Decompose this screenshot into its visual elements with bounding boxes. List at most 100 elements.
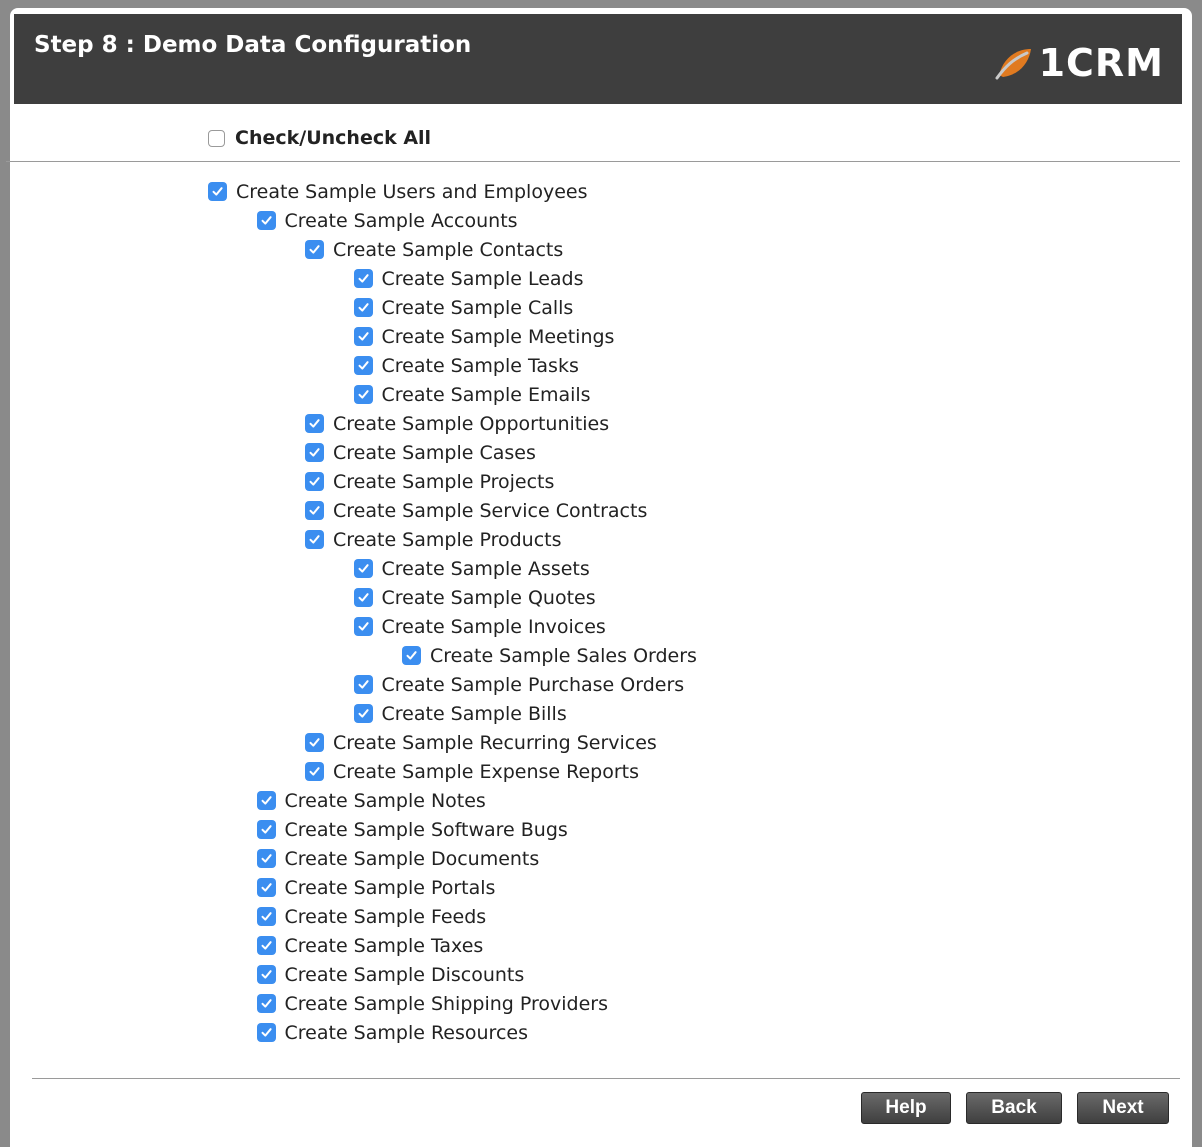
tree-item-label: Create Sample Discounts xyxy=(284,963,525,986)
tree-item[interactable]: Create Sample Service Contracts xyxy=(305,496,647,525)
tree-item[interactable]: Create Sample Emails xyxy=(353,380,591,409)
tree-item[interactable]: Create Sample Expense Reports xyxy=(305,757,639,786)
checkmark-icon xyxy=(261,941,272,950)
tree-item[interactable]: Create Sample Leads xyxy=(353,264,584,293)
tree-item[interactable]: Create Sample Documents xyxy=(256,844,540,873)
checkmark-icon xyxy=(358,390,369,399)
tree-item-label: Create Sample Invoices xyxy=(381,615,606,638)
tree-item[interactable]: Create Sample Portals xyxy=(256,873,496,902)
tree-item[interactable]: Create Sample Calls xyxy=(353,293,574,322)
tree-item-checkbox[interactable] xyxy=(305,414,324,433)
tree-item[interactable]: Create Sample Products xyxy=(305,525,562,554)
tree-item-label: Create Sample Resources xyxy=(284,1021,528,1044)
tree-item-checkbox[interactable] xyxy=(353,298,373,317)
tree-item-label: Create Sample Accounts xyxy=(284,209,518,232)
help-button[interactable]: Help xyxy=(861,1092,951,1124)
tree-item-checkbox[interactable] xyxy=(353,675,373,694)
checkmark-icon xyxy=(358,622,369,631)
tree-item[interactable]: Create Sample Assets xyxy=(353,554,590,583)
tree-item-checkbox[interactable] xyxy=(256,1023,276,1042)
tree-item[interactable]: Create Sample Feeds xyxy=(256,902,486,931)
checkmark-icon xyxy=(261,883,272,892)
tree-item[interactable]: Create Sample Opportunities xyxy=(305,409,609,438)
tree-item-checkbox[interactable] xyxy=(353,617,373,636)
tree-item[interactable]: Create Sample Tasks xyxy=(353,351,579,380)
tree-item-checkbox[interactable] xyxy=(353,588,373,607)
check-all-row[interactable]: Check/Uncheck All xyxy=(208,126,431,150)
tree-item-checkbox[interactable] xyxy=(353,269,373,288)
tree-item-checkbox[interactable] xyxy=(305,762,324,781)
tree-item-checkbox[interactable] xyxy=(256,907,276,926)
tree-item-label: Create Sample Portals xyxy=(284,876,496,899)
tree-item-checkbox[interactable] xyxy=(353,704,373,723)
tree-item[interactable]: Create Sample Accounts xyxy=(256,206,518,235)
tree-item-checkbox[interactable] xyxy=(353,356,373,375)
tree-item-label: Create Sample Assets xyxy=(381,557,590,580)
tree-item[interactable]: Create Sample Meetings xyxy=(353,322,614,351)
tree-item-checkbox[interactable] xyxy=(256,849,276,868)
tree-item-checkbox[interactable] xyxy=(353,559,373,578)
tree-item-checkbox[interactable] xyxy=(256,211,276,230)
logo-leaf-icon xyxy=(995,49,1031,80)
tree-item-checkbox[interactable] xyxy=(256,994,276,1013)
checkmark-icon xyxy=(309,767,320,776)
tree-item[interactable]: Create Sample Discounts xyxy=(256,960,525,989)
tree-item-checkbox[interactable] xyxy=(256,936,276,955)
divider-top xyxy=(6,161,1180,162)
tree-item-checkbox[interactable] xyxy=(208,182,227,201)
tree-item[interactable]: Create Sample Contacts xyxy=(305,235,563,264)
tree-item[interactable]: Create Sample Shipping Providers xyxy=(256,989,608,1018)
tree-item-label: Create Sample Expense Reports xyxy=(333,760,640,783)
tree-item[interactable]: Create Sample Users and Employees xyxy=(208,177,587,206)
tree-item-label: Create Sample Opportunities xyxy=(333,412,610,435)
tree-item-label: Create Sample Purchase Orders xyxy=(381,673,685,696)
tree-item-checkbox[interactable] xyxy=(305,240,324,259)
tree-item-checkbox[interactable] xyxy=(402,646,421,665)
tree-item[interactable]: Create Sample Taxes xyxy=(256,931,483,960)
checkmark-icon xyxy=(261,912,272,921)
tree-item-checkbox[interactable] xyxy=(256,965,276,984)
checkmark-icon xyxy=(309,477,320,486)
checkmark-icon xyxy=(309,535,320,544)
tree-item-checkbox[interactable] xyxy=(256,820,276,839)
tree-item-checkbox[interactable] xyxy=(353,327,373,346)
tree-item[interactable]: Create Sample Quotes xyxy=(353,583,596,612)
tree-item-label: Create Sample Users and Employees xyxy=(236,180,588,203)
tree-item-label: Create Sample Calls xyxy=(381,296,574,319)
tree-item-label: Create Sample Documents xyxy=(284,847,540,870)
checkmark-icon xyxy=(309,506,320,515)
tree-item-checkbox[interactable] xyxy=(305,443,324,462)
tree-item[interactable]: Create Sample Resources xyxy=(256,1018,528,1047)
tree-item[interactable]: Create Sample Recurring Services xyxy=(305,728,657,757)
tree-item[interactable]: Create Sample Software Bugs xyxy=(256,815,568,844)
next-button[interactable]: Next xyxy=(1077,1092,1169,1124)
tree-item-checkbox[interactable] xyxy=(305,472,324,491)
checkmark-icon xyxy=(261,999,272,1008)
tree-item-checkbox[interactable] xyxy=(353,385,373,404)
tree-item[interactable]: Create Sample Projects xyxy=(305,467,554,496)
checkmark-icon xyxy=(261,216,272,225)
tree-item-label: Create Sample Products xyxy=(333,528,562,551)
tree-item-checkbox[interactable] xyxy=(305,733,324,752)
back-button[interactable]: Back xyxy=(966,1092,1062,1124)
tree-item[interactable]: Create Sample Cases xyxy=(305,438,536,467)
checkmark-icon xyxy=(261,854,272,863)
tree-item-label: Create Sample Leads xyxy=(381,267,584,290)
checkmark-icon xyxy=(358,303,369,312)
checkmark-icon xyxy=(212,187,223,196)
tree-item[interactable]: Create Sample Bills xyxy=(353,699,567,728)
checkmark-icon xyxy=(309,245,320,254)
tree-item-label: Create Sample Contacts xyxy=(333,238,564,261)
check-all-label: Check/Uncheck All xyxy=(235,127,432,149)
tree-item-checkbox[interactable] xyxy=(305,530,324,549)
check-all-checkbox[interactable] xyxy=(208,129,225,147)
tree-item-checkbox[interactable] xyxy=(256,791,276,810)
tree-item[interactable]: Create Sample Sales Orders xyxy=(402,641,697,670)
tree-item[interactable]: Create Sample Purchase Orders xyxy=(353,670,685,699)
tree-item-checkbox[interactable] xyxy=(305,501,324,520)
tree-item-checkbox[interactable] xyxy=(256,878,276,897)
tree-item[interactable]: Create Sample Invoices xyxy=(353,612,606,641)
tree-item[interactable]: Create Sample Notes xyxy=(256,786,486,815)
tree-item-label: Create Sample Projects xyxy=(333,470,555,493)
tree-item-label: Create Sample Bills xyxy=(381,702,567,725)
